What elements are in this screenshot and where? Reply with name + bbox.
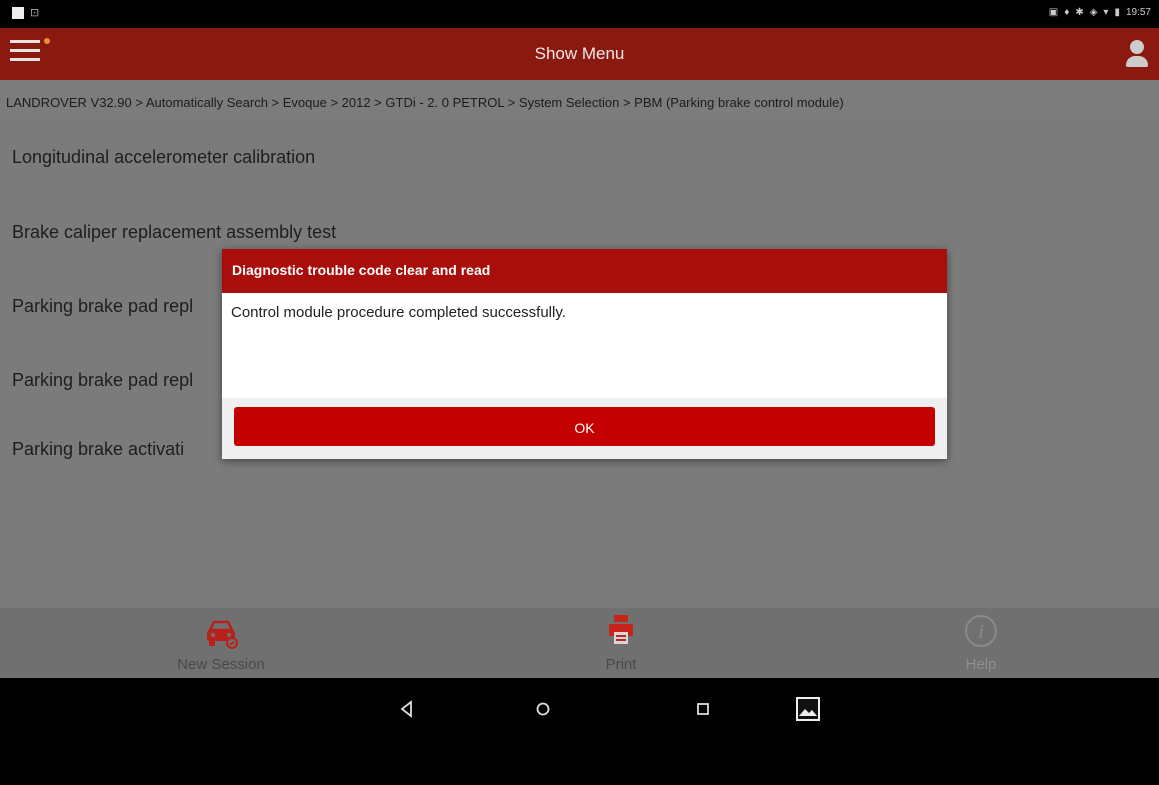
sync-icon: ◈ [1089, 7, 1098, 18]
dialog-footer: OK [222, 398, 947, 459]
home-icon[interactable] [528, 694, 558, 724]
help-button[interactable]: i Help [906, 608, 1056, 678]
ok-button[interactable]: OK [234, 407, 935, 446]
help-label: Help [965, 656, 997, 673]
notification-square-icon [12, 7, 24, 19]
battery-icon: ▮ [1114, 7, 1120, 18]
list-item-label: Parking brake activati [12, 439, 185, 459]
print-label: Print [605, 656, 637, 673]
user-icon[interactable] [1125, 40, 1149, 68]
back-icon[interactable] [392, 694, 422, 724]
list-item-label: Parking brake pad repl [12, 296, 194, 316]
gallery-icon[interactable] [793, 694, 823, 724]
android-navigation-bar [0, 678, 1159, 785]
print-button[interactable]: Print [546, 608, 696, 678]
list-item-label: Brake caliper replacement assembly test [12, 222, 337, 242]
dialog-title: Diagnostic trouble code clear and read [222, 249, 947, 293]
status-icons: ▣ ♦ ✱ ◈ ▾ ▮ 19:57 [1049, 7, 1151, 18]
printer-icon [609, 615, 633, 644]
new-session-button[interactable]: New Session [146, 608, 296, 678]
dtc-dialog: Diagnostic trouble code clear and read C… [222, 249, 947, 459]
screenshot-notification-icon: ⊡ [30, 7, 40, 19]
info-icon: i [965, 615, 997, 647]
list-item[interactable]: Longitudinal accelerometer calibration [0, 147, 1159, 221]
list-item-label: Parking brake pad repl [12, 370, 194, 390]
new-session-label: New Session [177, 656, 265, 673]
bluetooth-icon: ✱ [1075, 7, 1084, 18]
list-item-label: Longitudinal accelerometer calibration [12, 147, 316, 167]
car-icon [207, 620, 238, 649]
recent-apps-icon[interactable] [688, 694, 718, 724]
wifi-icon: ▾ [1103, 7, 1109, 18]
bottom-toolbar: New Session Print i Help [0, 608, 1159, 678]
sim-icon: ▣ [1048, 7, 1059, 18]
location-icon: ♦ [1064, 7, 1070, 18]
status-bar: ⊡ ▣ ♦ ✱ ◈ ▾ ▮ 19:57 [0, 0, 1159, 28]
dialog-message: Control module procedure completed succe… [231, 304, 566, 321]
breadcrumb: LANDROVER V32.90 > Automatically Search … [0, 80, 1159, 122]
status-time: 19:57 [1125, 7, 1151, 18]
app-bar: Show Menu [0, 28, 1159, 80]
page-title: Show Menu [534, 44, 625, 63]
svg-text:i: i [978, 621, 984, 643]
